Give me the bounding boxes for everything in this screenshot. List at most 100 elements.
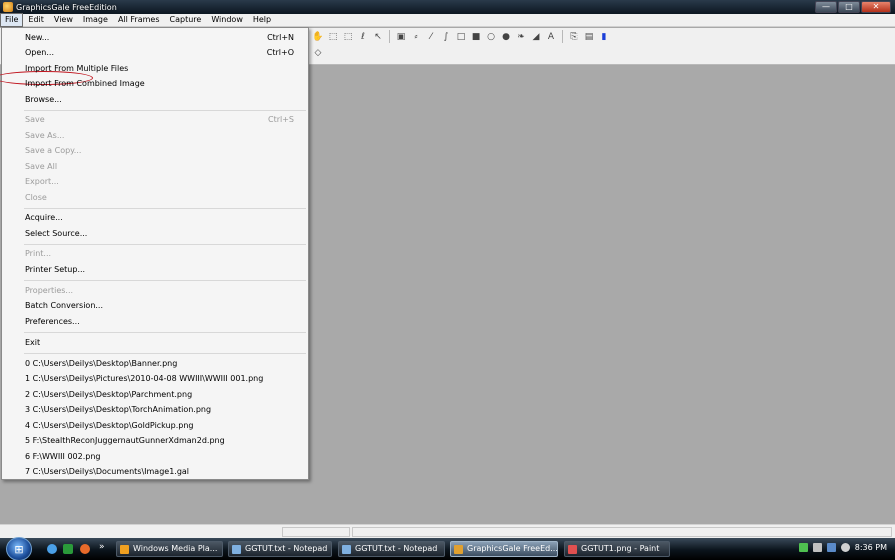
ellipse-outline-icon[interactable]: ○ — [485, 31, 497, 43]
menu-all-frames[interactable]: All Frames — [113, 14, 165, 26]
toolbar-separator — [562, 30, 563, 43]
close-button[interactable]: ✕ — [861, 1, 891, 13]
notepad-icon — [342, 545, 351, 554]
tool-row: ✋ ⬚ ⬚ ℓ ↖ ▣ ⸗ ⁄ ∫ □ ■ ○ ● ❧ ◢ A ⎘ ▤ ▮ — [312, 30, 610, 43]
stamp-icon[interactable]: ⎘ — [568, 31, 580, 43]
menu-item-new[interactable]: New... — [25, 33, 49, 43]
menu-item-acquire[interactable]: Acquire... — [25, 213, 63, 223]
spray-icon[interactable]: ❧ — [515, 31, 527, 43]
lasso-icon[interactable]: ℓ — [357, 31, 369, 43]
volume-icon[interactable] — [840, 543, 850, 552]
recent-file-item[interactable]: 6 F:\WWIII 002.png — [25, 452, 100, 462]
display-icon[interactable] — [826, 543, 836, 552]
menu-item-printer-setup[interactable]: Printer Setup... — [25, 265, 85, 275]
menu-item-batch-conversion[interactable]: Batch Conversion... — [25, 301, 103, 311]
menu-item-select-source[interactable]: Select Source... — [25, 229, 87, 239]
minimize-button[interactable]: — — [815, 1, 837, 13]
menu-window[interactable]: Window — [206, 14, 248, 26]
hand-icon[interactable]: ✋ — [312, 31, 324, 43]
menu-image[interactable]: Image — [78, 14, 113, 26]
menu-file[interactable]: File — [0, 13, 24, 27]
menu-item-exit[interactable]: Exit — [25, 338, 40, 348]
toolbar-separator — [389, 30, 390, 43]
menu-separator — [24, 244, 306, 245]
recent-file-item[interactable]: 7 C:\Users\Deilys\Documents\Image1.gal — [25, 467, 189, 477]
brush-option-icon[interactable]: ◇ — [312, 47, 324, 59]
recent-file-item[interactable]: 2 C:\Users\Deilys\Desktop\Parchment.png — [25, 390, 192, 400]
menu-bar: File Edit View Image All Frames Capture … — [0, 13, 895, 27]
menu-item-import-multiple[interactable]: Import From Multiple Files — [25, 64, 128, 74]
menu-help[interactable]: Help — [248, 14, 276, 26]
rect-outline-icon[interactable]: □ — [455, 31, 467, 43]
select-icon[interactable]: ▣ — [395, 31, 407, 43]
menu-item-save: Save — [25, 115, 45, 124]
taskbar-item[interactable]: GGTUT.txt - Notepad — [338, 541, 445, 557]
marquee-free-icon[interactable]: ⬚ — [342, 31, 354, 43]
recent-file-item[interactable]: 5 F:\StealthReconJuggernautGunnerXdman2d… — [25, 436, 225, 446]
menu-item-save-copy: Save a Copy... — [25, 146, 82, 155]
ellipse-fill-icon[interactable]: ● — [500, 31, 512, 43]
shortcut-new: Ctrl+N — [267, 33, 294, 42]
quicklaunch-overflow-icon[interactable]: » — [99, 542, 105, 552]
rect-fill-icon[interactable]: ■ — [470, 31, 482, 43]
menu-separator — [24, 332, 306, 333]
dropper-icon[interactable]: ⸗ — [410, 31, 422, 43]
window-controls: — □ ✕ — [815, 1, 891, 13]
status-bar — [0, 524, 895, 538]
taskbar-item-active[interactable]: GraphicsGale FreeEd... — [450, 541, 558, 557]
media-quicklaunch-icon[interactable] — [80, 544, 90, 554]
text-icon[interactable]: A — [545, 31, 557, 43]
recent-file-item[interactable]: 0 C:\Users\Deilys\Desktop\Banner.png — [25, 359, 177, 369]
title-bar: GraphicsGale FreeEdition — □ ✕ — [0, 0, 895, 14]
shortcut-open: Ctrl+O — [266, 48, 294, 57]
status-panel — [282, 527, 350, 537]
media-player-icon — [120, 545, 129, 554]
excel-quicklaunch-icon[interactable] — [63, 544, 73, 554]
menu-item-open[interactable]: Open... — [25, 48, 54, 58]
menu-separator — [24, 353, 306, 354]
window-title: GraphicsGale FreeEdition — [16, 2, 117, 12]
browser-quicklaunch-icon[interactable] — [47, 544, 57, 554]
fill-icon[interactable]: ◢ — [530, 31, 542, 43]
menu-separator — [24, 110, 306, 111]
menu-item-properties: Properties... — [25, 286, 74, 295]
tray-app-icon[interactable] — [812, 543, 822, 552]
menu-edit[interactable]: Edit — [23, 14, 49, 26]
recent-file-item[interactable]: 3 C:\Users\Deilys\Desktop\TorchAnimation… — [25, 405, 211, 415]
recent-file-item[interactable]: 1 C:\Users\Deilys\Pictures\2010-04-08 WW… — [25, 374, 263, 384]
palette-icon[interactable]: ▤ — [583, 31, 595, 43]
marquee-rect-icon[interactable]: ⬚ — [327, 31, 339, 43]
menu-item-export: Export... — [25, 177, 59, 186]
notepad-icon — [232, 545, 241, 554]
taskbar: ⊞ » Windows Media Pla... GGTUT.txt - Not… — [0, 537, 895, 560]
app-icon — [3, 2, 13, 12]
taskbar-item[interactable]: GGTUT1.png - Paint — [564, 541, 670, 557]
menu-separator — [24, 280, 306, 281]
network-icon[interactable] — [798, 543, 808, 552]
menu-view[interactable]: View — [49, 14, 78, 26]
taskbar-item[interactable]: GGTUT.txt - Notepad — [228, 541, 332, 557]
magic-wand-icon[interactable]: ↖ — [372, 31, 384, 43]
paint-icon — [568, 545, 577, 554]
menu-item-import-combined[interactable]: Import From Combined Image — [25, 79, 145, 89]
menu-separator — [24, 208, 306, 209]
line-icon[interactable]: ⁄ — [425, 31, 437, 43]
recent-file-item[interactable]: 4 C:\Users\Deilys\Desktop\GoldPickup.png — [25, 421, 194, 431]
taskbar-item[interactable]: Windows Media Pla... — [116, 541, 223, 557]
menu-item-print: Print... — [25, 249, 52, 258]
menu-item-save-all: Save All — [25, 162, 58, 171]
menu-item-close: Close — [25, 193, 47, 202]
system-tray: 8:36 PM — [798, 543, 887, 552]
tool-row-secondary: ◇ — [312, 47, 324, 59]
clock[interactable]: 8:36 PM — [855, 543, 887, 552]
file-menu: New... Ctrl+N Open... Ctrl+O Import From… — [0, 27, 309, 480]
menu-capture[interactable]: Capture — [165, 14, 207, 26]
shortcut-save: Ctrl+S — [267, 115, 294, 124]
start-button[interactable]: ⊞ — [6, 537, 32, 560]
menu-item-browse[interactable]: Browse... — [25, 95, 62, 105]
menu-item-preferences[interactable]: Preferences... — [25, 317, 80, 327]
pen-icon[interactable]: ▮ — [598, 31, 610, 43]
menu-item-save-as: Save As... — [25, 131, 65, 140]
curve-icon[interactable]: ∫ — [440, 31, 452, 43]
maximize-button[interactable]: □ — [838, 1, 860, 13]
